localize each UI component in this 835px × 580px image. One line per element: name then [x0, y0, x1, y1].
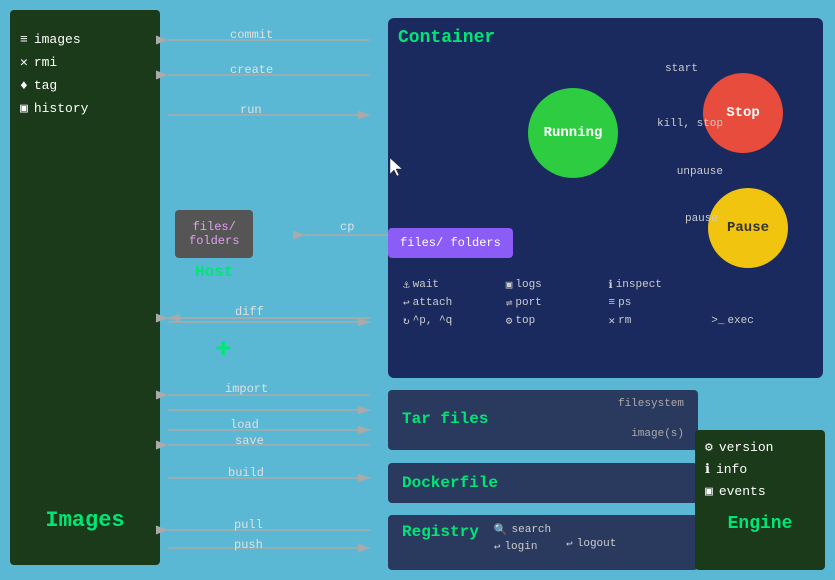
save-label: save: [235, 434, 264, 448]
events-icon: ▣: [705, 484, 713, 499]
info-icon: ℹ: [705, 462, 710, 477]
cp-label: cp: [340, 220, 354, 234]
host-label: Host: [175, 263, 253, 281]
attach-icon: ↩: [403, 296, 410, 310]
rm-icon: ✕: [609, 314, 616, 328]
engine-panel: ⚙ version ℹ info ▣ events Engine: [695, 430, 825, 570]
cmd-logout[interactable]: ↩ logout: [566, 537, 616, 551]
history-icon: ▣: [20, 101, 28, 116]
images-menu-item-tag[interactable]: ♦ tag: [20, 78, 150, 93]
tag-icon: ♦: [20, 78, 28, 93]
search-icon: 🔍: [494, 523, 508, 537]
tar-files-box: filesystem Tar files image(s): [388, 390, 698, 450]
container-commands-grid: ⚓ wait ▣ logs ℹ inspect ↩ attach ⇌ port …: [398, 278, 813, 328]
engine-menu: ⚙ version ℹ info ▣ events: [705, 440, 815, 499]
cmd-exec[interactable]: >_ exec: [711, 314, 808, 328]
ctrl-pq-icon: ↻: [403, 314, 410, 328]
pull-label: pull: [234, 518, 263, 532]
cursor-icon: [390, 158, 404, 181]
container-files-box: files/ folders: [388, 228, 513, 258]
inspect-icon: ℹ: [609, 278, 613, 292]
cmd-pause-ctrl[interactable]: ↻ ^p, ^q: [403, 314, 500, 328]
ps-icon: ≡: [609, 297, 616, 309]
cmd-search[interactable]: 🔍 search: [494, 523, 551, 537]
push-label: push: [234, 538, 263, 552]
tag-label: tag: [34, 78, 57, 93]
cmd-rm[interactable]: ✕ rm: [609, 314, 706, 328]
images-sidebar: ≡ images ✕ rmi ♦ tag ▣ history Images: [10, 10, 160, 565]
wait-icon: ⚓: [403, 278, 410, 292]
logout-icon: ↩: [566, 537, 573, 551]
cmd-top[interactable]: ⚙ top: [506, 314, 603, 328]
engine-menu-item-info[interactable]: ℹ info: [705, 462, 815, 477]
images-menu-item-history[interactable]: ▣ history: [20, 101, 150, 116]
login-icon: ↩: [494, 540, 501, 554]
pause-transition-label: pause: [685, 213, 718, 225]
host-files-box: files/folders: [175, 210, 253, 258]
images-menu-item-images[interactable]: ≡ images: [20, 32, 150, 47]
load-label: load: [230, 418, 259, 432]
diff-label: diff: [235, 305, 264, 319]
images-list-icon: ≡: [20, 32, 28, 47]
logs-icon: ▣: [506, 278, 513, 292]
unpause-transition-label: unpause: [677, 166, 723, 178]
cmd-ps[interactable]: ≡ ps: [609, 296, 706, 310]
rmi-icon: ✕: [20, 55, 28, 70]
exec-icon: >_: [711, 315, 724, 327]
dockerfile-box: Dockerfile: [388, 463, 698, 503]
cmd-logs[interactable]: ▣ logs: [506, 278, 603, 292]
start-transition-label: start: [665, 63, 698, 75]
version-gear-icon: ⚙: [705, 440, 713, 455]
running-node: Running: [528, 88, 618, 178]
main-wrapper: ≡ images ✕ rmi ♦ tag ▣ history Images: [0, 0, 835, 580]
host-area: files/folders Host: [175, 210, 253, 281]
images-menu: ≡ images ✕ rmi ♦ tag ▣ history: [20, 32, 150, 116]
port-icon: ⇌: [506, 296, 513, 310]
tar-title: Tar files: [402, 410, 684, 428]
cmd-inspect[interactable]: ℹ inspect: [609, 278, 706, 292]
plus-sign: +: [215, 335, 232, 366]
cmd-port[interactable]: ⇌ port: [506, 296, 603, 310]
commit-label: commit: [230, 28, 273, 42]
engine-title: Engine: [705, 514, 815, 534]
run-label: run: [240, 103, 262, 117]
create-label: create: [230, 63, 273, 77]
top-icon: ⚙: [506, 314, 513, 328]
container-title: Container: [398, 28, 813, 48]
registry-title: Registry: [402, 523, 479, 541]
build-label: build: [228, 466, 264, 480]
engine-menu-item-events[interactable]: ▣ events: [705, 484, 815, 499]
cmd-wait[interactable]: ⚓ wait: [403, 278, 500, 292]
cmd-login[interactable]: ↩ login: [494, 540, 551, 554]
pause-node: Pause: [708, 188, 788, 268]
images-label: images: [34, 32, 81, 47]
tar-filesystem: filesystem: [402, 398, 684, 410]
registry-box: Registry 🔍 search ↩ login ↩ logout: [388, 515, 698, 570]
images-menu-item-rmi[interactable]: ✕ rmi: [20, 55, 150, 70]
cmd-attach[interactable]: ↩ attach: [403, 296, 500, 310]
history-label: history: [34, 101, 89, 116]
tar-images: image(s): [402, 428, 684, 440]
stop-node: Stop: [703, 73, 783, 153]
engine-menu-item-version[interactable]: ⚙ version: [705, 440, 815, 455]
import-label: import: [225, 382, 268, 396]
images-title: Images: [20, 508, 150, 553]
kill-stop-transition-label: kill, stop: [657, 118, 723, 130]
rmi-label: rmi: [34, 55, 57, 70]
dockerfile-title: Dockerfile: [402, 474, 498, 492]
container-box: Container Running Stop Pause start kill,…: [388, 18, 823, 378]
